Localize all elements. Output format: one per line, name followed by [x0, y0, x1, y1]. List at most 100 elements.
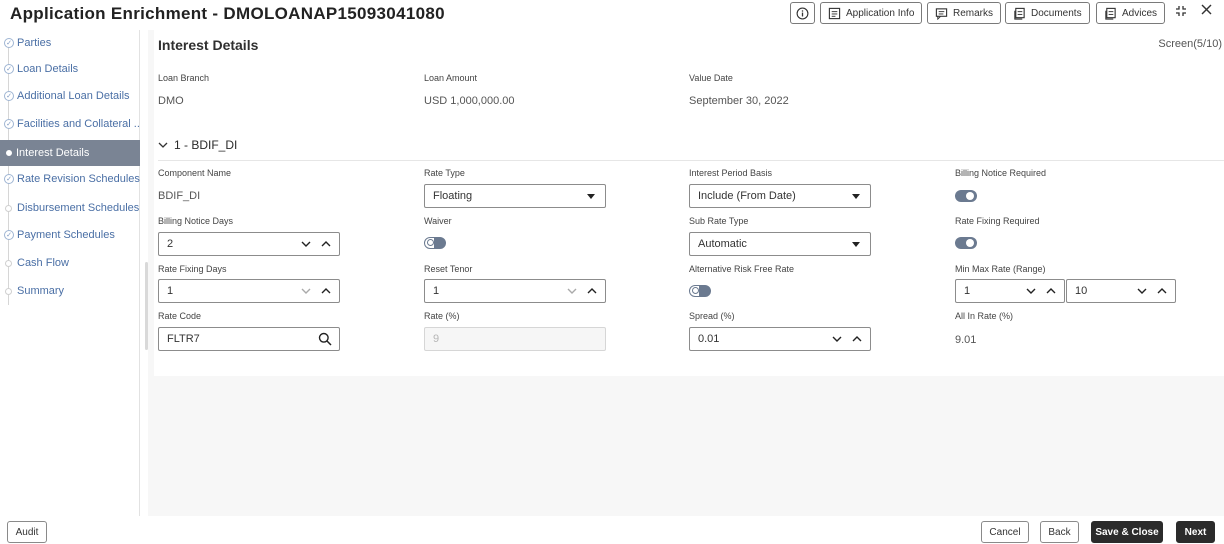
- rate-code-input[interactable]: FLTR7: [158, 327, 340, 351]
- rate-percent-input: 9: [424, 327, 606, 351]
- sidebar-item-parties[interactable]: ✓ Parties: [0, 30, 140, 56]
- screen-indicator: Screen(5/10): [1158, 38, 1222, 50]
- application-info-icon: [828, 7, 841, 19]
- sidebar-item-label: Additional Loan Details: [17, 90, 130, 102]
- check-circle-icon: ✓: [4, 64, 14, 74]
- sidebar-item-additional-loan-details[interactable]: ✓ Additional Loan Details: [0, 83, 140, 109]
- empty-step-icon: [5, 259, 12, 267]
- billing-notice-days-value: 2: [167, 238, 174, 250]
- chevron-down-icon[interactable]: [567, 287, 577, 295]
- spread-stepper[interactable]: 0.01: [689, 327, 871, 351]
- sidebar-item-loan-details[interactable]: ✓ Loan Details: [0, 56, 140, 82]
- sub-rate-type-value: Automatic: [698, 238, 747, 250]
- sidebar-item-label: Loan Details: [17, 63, 79, 75]
- rate-code-value: FLTR7: [167, 333, 200, 345]
- info-icon: [796, 7, 809, 19]
- check-circle-icon: ✓: [4, 91, 14, 101]
- chevron-up-icon[interactable]: [852, 335, 862, 343]
- sidebar-item-payment-schedules[interactable]: ✓ Payment Schedules: [0, 222, 140, 248]
- chevron-down-icon[interactable]: [301, 240, 311, 248]
- rate-percent-label: Rate (%): [424, 311, 460, 321]
- reset-tenor-stepper[interactable]: 1: [424, 279, 606, 303]
- interest-period-basis-label: Interest Period Basis: [689, 168, 773, 178]
- sidebar-item-rate-revision-schedules[interactable]: ✓ Rate Revision Schedules: [0, 166, 140, 192]
- back-button[interactable]: Back: [1040, 521, 1079, 543]
- sidebar-item-label: Payment Schedules: [17, 229, 115, 241]
- footer-bar: Audit Cancel Back Save & Close Next: [0, 516, 1224, 544]
- sidebar-item-disbursement-schedules[interactable]: Disbursement Schedules: [0, 195, 140, 221]
- check-circle-icon: ✓: [4, 230, 14, 240]
- active-step-icon: [6, 150, 12, 156]
- remarks-label: Remarks: [953, 7, 994, 19]
- sub-rate-type-select[interactable]: Automatic: [689, 232, 871, 256]
- advices-label: Advices: [1122, 7, 1158, 19]
- sidebar-item-summary[interactable]: Summary: [0, 278, 140, 304]
- info-button[interactable]: [790, 2, 815, 24]
- rate-fixing-days-value: 1: [167, 285, 174, 297]
- chevron-down-icon[interactable]: [832, 335, 842, 343]
- rate-fixing-required-toggle[interactable]: [955, 237, 977, 249]
- billing-notice-days-label: Billing Notice Days: [158, 216, 234, 226]
- billing-notice-required-label: Billing Notice Required: [955, 168, 1047, 178]
- rate-percent-value: 9: [433, 333, 440, 345]
- loan-branch-label: Loan Branch: [158, 73, 210, 83]
- all-in-rate-label: All In Rate (%): [955, 311, 1014, 321]
- spread-value: 0.01: [698, 333, 720, 345]
- search-icon[interactable]: [318, 332, 332, 346]
- min-max-rate-label: Min Max Rate (Range): [955, 264, 1046, 274]
- advices-button[interactable]: Advices: [1096, 2, 1166, 24]
- max-rate-value: 10: [1075, 285, 1088, 297]
- chevron-up-icon[interactable]: [321, 287, 331, 295]
- loan-amount-value: USD 1,000,000.00: [424, 95, 515, 107]
- interest-period-basis-select[interactable]: Include (From Date): [689, 184, 871, 208]
- interest-details-card: Interest Details Screen(5/10) Loan Branc…: [154, 30, 1224, 376]
- close-icon[interactable]: [1200, 3, 1213, 20]
- caret-down-icon: [852, 193, 860, 199]
- save-close-button[interactable]: Save & Close: [1091, 521, 1163, 543]
- rate-type-value: Floating: [433, 190, 473, 202]
- rate-fixing-days-stepper[interactable]: 1: [158, 279, 340, 303]
- alternative-risk-free-rate-toggle[interactable]: [689, 285, 711, 297]
- component-section-toggle[interactable]: 1 - BDIF_DI: [158, 138, 237, 152]
- alternative-risk-free-rate-label: Alternative Risk Free Rate: [689, 264, 795, 274]
- waiver-toggle[interactable]: [424, 237, 446, 249]
- application-info-button[interactable]: Application Info: [820, 2, 923, 24]
- rate-type-select[interactable]: Floating: [424, 184, 606, 208]
- page-title: Application Enrichment - DMOLOANAP150930…: [10, 4, 445, 23]
- max-rate-stepper[interactable]: 10: [1066, 279, 1176, 303]
- chevron-down-icon[interactable]: [301, 287, 311, 295]
- billing-notice-required-toggle[interactable]: [955, 190, 977, 202]
- reset-tenor-label: Reset Tenor: [424, 264, 473, 274]
- spread-label: Spread (%): [689, 311, 735, 321]
- chevron-down-icon[interactable]: [1137, 287, 1147, 295]
- rate-type-label: Rate Type: [424, 168, 465, 178]
- chevron-up-icon[interactable]: [1157, 287, 1167, 295]
- min-rate-stepper[interactable]: 1: [955, 279, 1065, 303]
- component-name-value: BDIF_DI: [158, 190, 201, 202]
- chevron-up-icon[interactable]: [1046, 287, 1056, 295]
- empty-step-icon: [5, 204, 12, 212]
- chevron-down-icon[interactable]: [1026, 287, 1036, 295]
- sidebar-item-label: Parties: [17, 37, 52, 49]
- sidebar-item-facilities-and-collateral[interactable]: ✓ Facilities and Collateral ...: [0, 111, 140, 137]
- billing-notice-days-stepper[interactable]: 2: [158, 232, 340, 256]
- reset-tenor-value: 1: [433, 285, 440, 297]
- next-button[interactable]: Next: [1176, 521, 1215, 543]
- sidebar-item-label: Disbursement Schedules: [17, 202, 140, 214]
- collapse-icon[interactable]: [1174, 4, 1188, 22]
- chevron-up-icon[interactable]: [587, 287, 597, 295]
- sidebar-item-cash-flow[interactable]: Cash Flow: [0, 250, 140, 276]
- sidebar-item-label: Cash Flow: [17, 257, 69, 269]
- interest-period-basis-value: Include (From Date): [698, 190, 796, 202]
- documents-button[interactable]: Documents: [1005, 2, 1090, 24]
- waiver-label: Waiver: [424, 216, 452, 226]
- remarks-button[interactable]: Remarks: [927, 2, 1002, 24]
- cancel-button[interactable]: Cancel: [981, 521, 1029, 543]
- documents-label: Documents: [1031, 7, 1082, 19]
- rate-code-label: Rate Code: [158, 311, 202, 321]
- sidebar-item-interest-details[interactable]: Interest Details: [0, 140, 140, 166]
- caret-down-icon: [852, 241, 860, 247]
- rate-fixing-days-label: Rate Fixing Days: [158, 264, 227, 274]
- chevron-up-icon[interactable]: [321, 240, 331, 248]
- audit-button[interactable]: Audit: [7, 521, 47, 543]
